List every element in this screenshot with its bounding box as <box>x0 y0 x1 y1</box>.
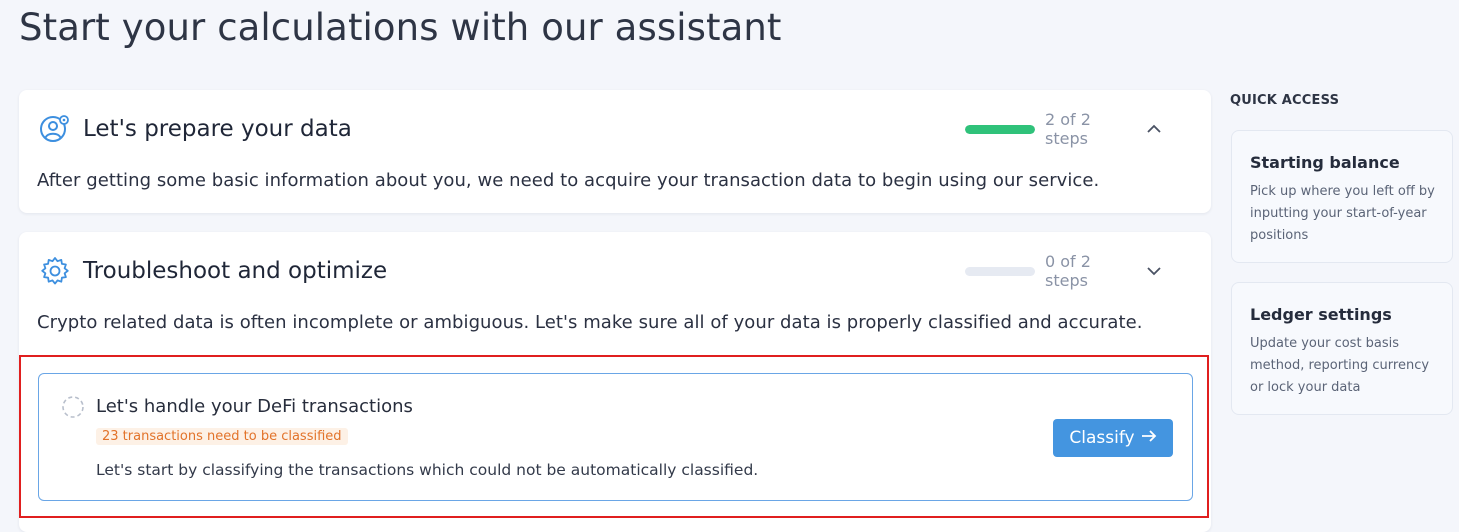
arrow-right-icon <box>1141 428 1157 448</box>
quick-access-description: Update your cost basis method, reporting… <box>1250 336 1430 395</box>
chevron-up-icon[interactable] <box>1137 114 1171 144</box>
pending-status-icon <box>61 395 85 419</box>
section-description: Crypto related data is often incomplete … <box>37 312 1143 333</box>
quick-access-title: Starting balance <box>1250 153 1400 172</box>
gear-icon <box>39 255 71 287</box>
section-header[interactable]: Troubleshoot and optimize 0 of 2 steps <box>39 252 1191 290</box>
classify-button-label: Classify <box>1069 428 1135 448</box>
task-title: Let's handle your DeFi transactions <box>96 396 413 417</box>
quick-access-title: Ledger settings <box>1250 305 1392 324</box>
section-header[interactable]: Let's prepare your data 2 of 2 steps <box>39 110 1191 148</box>
section-title: Troubleshoot and optimize <box>83 258 388 284</box>
section-title: Let's prepare your data <box>83 116 352 142</box>
quick-access-starting-balance[interactable]: Starting balance Pick up where you left … <box>1231 130 1453 263</box>
classify-button[interactable]: Classify <box>1053 419 1173 457</box>
user-settings-icon <box>39 113 71 145</box>
task-badge: 23 transactions need to be classified <box>96 428 348 445</box>
progress-bar <box>965 266 1035 276</box>
quick-access-description: Pick up where you left off by inputting … <box>1250 184 1435 243</box>
page-title: Start your calculations with our assista… <box>19 6 782 49</box>
progress-fill <box>965 124 1035 134</box>
quick-access-heading: QUICK ACCESS <box>1230 93 1340 108</box>
section-description: After getting some basic information abo… <box>37 170 1100 191</box>
steps-count: 2 of 2 steps <box>1045 110 1091 148</box>
task-defi-transactions[interactable]: Let's handle your DeFi transactions 23 t… <box>38 373 1193 501</box>
task-description: Let's start by classifying the transacti… <box>96 461 759 479</box>
section-prepare-data: Let's prepare your data 2 of 2 steps Aft… <box>19 90 1211 213</box>
section-progress: 0 of 2 steps <box>965 252 1171 290</box>
section-progress: 2 of 2 steps <box>965 110 1171 148</box>
progress-bar <box>965 124 1035 134</box>
quick-access-ledger-settings[interactable]: Ledger settings Update your cost basis m… <box>1231 282 1453 415</box>
chevron-down-icon[interactable] <box>1137 256 1171 286</box>
steps-count: 0 of 2 steps <box>1045 252 1091 290</box>
